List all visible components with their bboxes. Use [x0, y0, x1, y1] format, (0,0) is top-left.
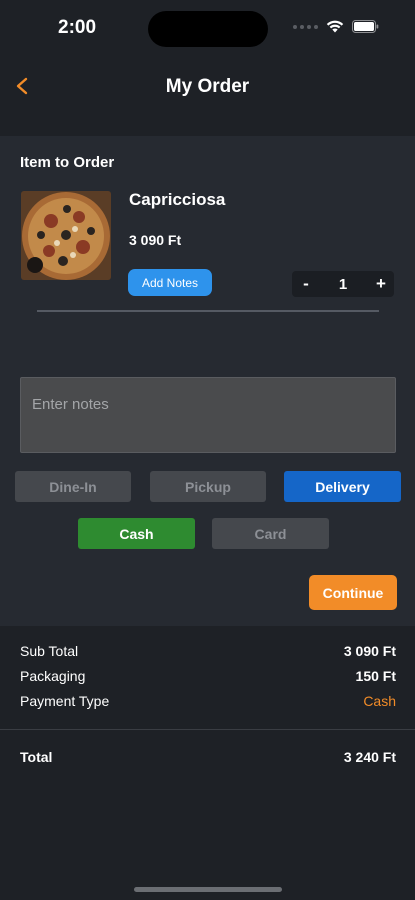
sub-total-value: 3 090 Ft: [343, 643, 396, 659]
cash-button[interactable]: Cash: [78, 518, 195, 549]
pickup-button[interactable]: Pickup: [150, 471, 266, 502]
status-time: 2:00: [58, 17, 97, 38]
add-notes-button[interactable]: Add Notes: [128, 269, 212, 296]
pizza-image: [21, 191, 111, 280]
packaging-row: Packaging 150 Ft: [20, 668, 396, 688]
payment-type-label: Payment Type: [20, 693, 110, 709]
quantity-value: 1: [338, 275, 348, 293]
notes-input[interactable]: [20, 377, 396, 453]
summary-divider: [0, 729, 415, 730]
status-bar: 2:00: [0, 0, 415, 58]
order-panel: Item to Order Capricciosa 3 090 Ft Add N…: [0, 136, 415, 626]
sub-total-row: Sub Total 3 090 Ft: [20, 643, 396, 663]
dynamic-island: [148, 11, 268, 47]
continue-button[interactable]: Continue: [309, 575, 397, 610]
status-icons: [293, 20, 379, 33]
card-button[interactable]: Card: [212, 518, 329, 549]
cellular-signal-icon: [293, 24, 318, 29]
app-header: My Order: [0, 58, 415, 136]
delivery-button[interactable]: Delivery: [284, 471, 401, 502]
battery-icon: [352, 20, 379, 33]
payment-type-value: Cash: [363, 693, 396, 709]
item-divider: [37, 310, 379, 312]
dine-in-button[interactable]: Dine-In: [15, 471, 131, 502]
home-indicator: [134, 887, 282, 892]
section-title: Item to Order: [20, 154, 115, 171]
payment-type-row: Payment Type Cash: [20, 693, 396, 713]
increase-quantity-button[interactable]: +: [371, 271, 391, 297]
sub-total-label: Sub Total: [20, 643, 79, 659]
total-label: Total: [20, 749, 53, 765]
page-title: My Order: [165, 76, 250, 97]
total-value: 3 240 Ft: [343, 749, 396, 765]
decrease-quantity-button[interactable]: -: [296, 271, 316, 297]
packaging-label: Packaging: [20, 668, 86, 684]
quantity-stepper: - 1 +: [292, 271, 394, 297]
wifi-icon: [326, 20, 344, 33]
item-price: 3 090 Ft: [129, 232, 182, 248]
item-name: Capricciosa: [129, 190, 226, 209]
packaging-value: 150 Ft: [355, 668, 396, 684]
total-row: Total 3 240 Ft: [20, 749, 396, 769]
